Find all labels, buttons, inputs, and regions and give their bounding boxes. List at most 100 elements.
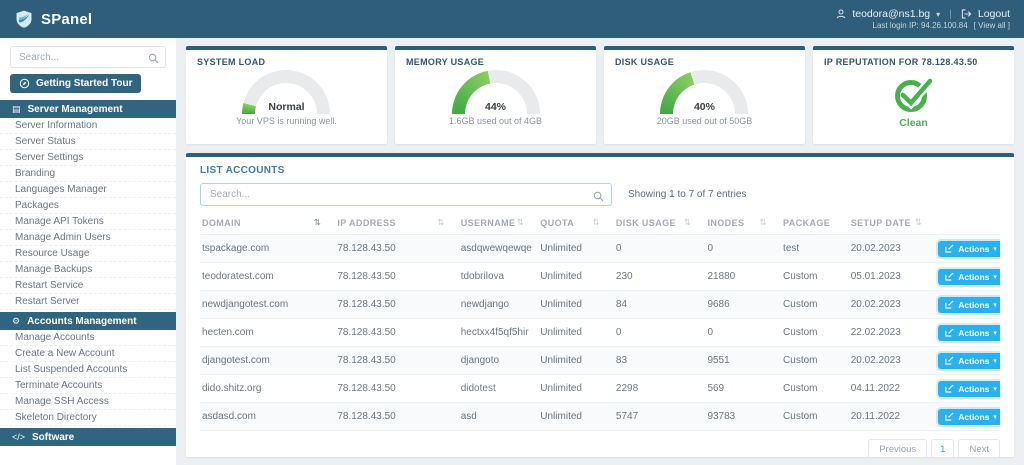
gauge-subtitle: Your VPS is running well. [236,116,337,126]
column-label: IP ADDRESS [337,217,396,228]
sidebar-item-languages-manager[interactable]: Languages Manager [0,182,176,198]
actions-button[interactable]: Actions ▾ [938,408,1000,425]
last-login-ip: Last login IP: 94.26.100.84 [872,21,968,30]
sidebar-section-accounts-management[interactable]: ⚙ Accounts Management [0,312,176,330]
actions-button[interactable]: Actions ▾ [938,268,1000,285]
cell-setup-date: 20.02.2023 [848,346,937,375]
cell-inodes: 0 [705,318,782,347]
pagination: Previous 1 Next [200,439,1000,457]
gauge-arc: 44% [451,70,540,114]
card-body: 40% 20GB used out of 50GB [615,70,794,126]
column-header-content: PACKAGE [783,218,845,228]
cell-ip-address: 78.128.43.50 [335,318,459,347]
sidebar-item-create-a-new-account[interactable]: Create a New Account [0,346,176,362]
column-header-content: IP ADDRESS ⇅ [337,217,454,228]
cell-username: hectxx4f5qf5hir [458,318,539,347]
actions-button-label: Actions [958,383,990,394]
sidebar-item-manage-accounts[interactable]: Manage Accounts [0,330,176,346]
brand[interactable]: SPanel [14,9,92,29]
tour-compass-icon [19,78,30,89]
cell-actions: Actions ▾ [936,374,1000,403]
cell-actions: Actions ▾ [936,262,1000,291]
sidebar: Getting Started Tour ▤ Server Management S… [0,38,176,465]
sidebar-item-manage-backups[interactable]: Manage Backups [0,262,176,278]
actions-button[interactable]: Actions ▾ [938,324,1000,341]
sidebar-section-server-management[interactable]: ▤ Server Management [0,100,176,118]
gauge-subtitle: 20GB used out of 50GB [656,116,753,126]
accounts-table-head: DOMAIN ⇅ IP ADDRESS ⇅ USERNAME ⇅ QUOTA ⇅ DISK US… [200,211,1000,235]
accounts-search-input[interactable] [200,183,612,206]
column-label: DISK USAGE [615,217,676,228]
sidebar-item-restart-service[interactable]: Restart Service [0,278,176,294]
column-header-inodes[interactable]: INODES ⇅ [705,211,782,235]
column-header-quota[interactable]: QUOTA ⇅ [538,211,614,235]
user-email-dropdown[interactable]: teodora@ns1.bg [852,8,930,20]
actions-button[interactable]: Actions ▾ [938,296,1000,313]
cell-username: didotest [458,374,539,403]
cell-ip-address: 78.128.43.50 [335,346,459,375]
cell-domain: teodoratest.com [200,262,336,291]
logout-button[interactable]: Logout [978,8,1010,20]
sidebar-item-manage-ssh-access[interactable]: Manage SSH Access [0,394,176,410]
view-all-link[interactable]: [ View all ] [974,21,1010,30]
previous-page-button[interactable]: Previous [868,439,928,457]
cell-ip-address: 78.128.43.50 [335,262,459,291]
actions-button[interactable]: Actions ▾ [938,240,1000,257]
sidebar-item-manage-admin-users[interactable]: Manage Admin Users [0,230,176,246]
cell-setup-date: 05.01.2023 [848,262,937,291]
column-header-domain[interactable]: DOMAIN ⇅ [200,211,336,235]
sidebar-section-label: Server Management [27,103,123,115]
card-ip-reputation-for-78-128-43-50: IP REPUTATION FOR 78.128.43.50 Clean [813,46,1014,144]
column-header-setup-date[interactable]: SETUP DATE ⇅ [848,211,937,235]
sort-icon: ⇅ [437,217,445,227]
card-title: MEMORY USAGE [406,57,485,67]
next-page-button[interactable]: Next [958,439,1000,457]
sort-icon: ⇅ [683,217,692,227]
actions-button[interactable]: Actions ▾ [938,352,1000,369]
sidebar-item-manage-api-tokens[interactable]: Manage API Tokens [0,214,176,230]
caret-down-icon: ▾ [993,245,997,253]
cell-inodes: 21880 [705,262,782,291]
cell-setup-date: 22.02.2023 [848,318,937,347]
search-icon [593,189,604,207]
edit-icon [945,244,954,253]
card-system-load: SYSTEM LOAD Normal Your VPS is running wel… [186,46,387,144]
cell-domain: dido.shitz.org [200,374,336,403]
cell-disk-usage: 84 [613,290,706,319]
sidebar-item-branding[interactable]: Branding [0,166,176,182]
actions-button-label: Actions [958,411,990,422]
column-header-ip-address[interactable]: IP ADDRESS ⇅ [335,211,459,235]
sidebar-search-input[interactable] [10,46,166,68]
cell-quota: Unlimited [538,290,614,319]
page-1-button[interactable]: 1 [931,439,955,457]
column-label: USERNAME [460,217,516,228]
cell-disk-usage: 0 [613,234,706,263]
column-header-disk-usage[interactable]: DISK USAGE ⇅ [613,211,706,235]
cell-quota: Unlimited [538,374,614,403]
accounts-table-body: tspackage.com 78.128.43.50 asdqwewqewqe Unl… [200,234,1000,431]
cell-setup-date: 04.11.2022 [848,374,937,403]
cell-ip-address: 78.128.43.50 [335,374,459,403]
table-row: dido.shitz.org 78.128.43.50 didotest Unlimi… [200,374,1000,403]
sidebar-item-server-information[interactable]: Server Information [0,118,176,134]
cell-username: djangoto [458,346,539,375]
cell-package: Custom [781,402,849,431]
sidebar-item-resource-usage[interactable]: Resource Usage [0,246,176,262]
sidebar-item-server-settings[interactable]: Server Settings [0,150,176,166]
sidebar-item-server-status[interactable]: Server Status [0,134,176,150]
sidebar-item-packages[interactable]: Packages [0,198,176,214]
cell-package: test [781,234,849,263]
sort-icon: ⇅ [592,217,600,227]
sidebar-section-software[interactable]: </> Software [0,428,176,446]
actions-button[interactable]: Actions ▾ [938,380,1000,397]
actions-button-label: Actions [958,355,990,366]
sidebar-item-skeleton-directory[interactable]: Skeleton Directory [0,410,176,426]
sidebar-item-terminate-accounts[interactable]: Terminate Accounts [0,378,176,394]
cell-disk-usage: 0 [613,318,706,347]
sidebar-item-list-suspended-accounts[interactable]: List Suspended Accounts [0,362,176,378]
spanel-logo-icon [14,9,34,29]
sidebar-item-restart-server[interactable]: Restart Server [0,294,176,310]
column-header-username[interactable]: USERNAME ⇅ [458,211,539,235]
getting-started-tour-button[interactable]: Getting Started Tour [10,74,142,93]
user-icon [836,9,846,19]
